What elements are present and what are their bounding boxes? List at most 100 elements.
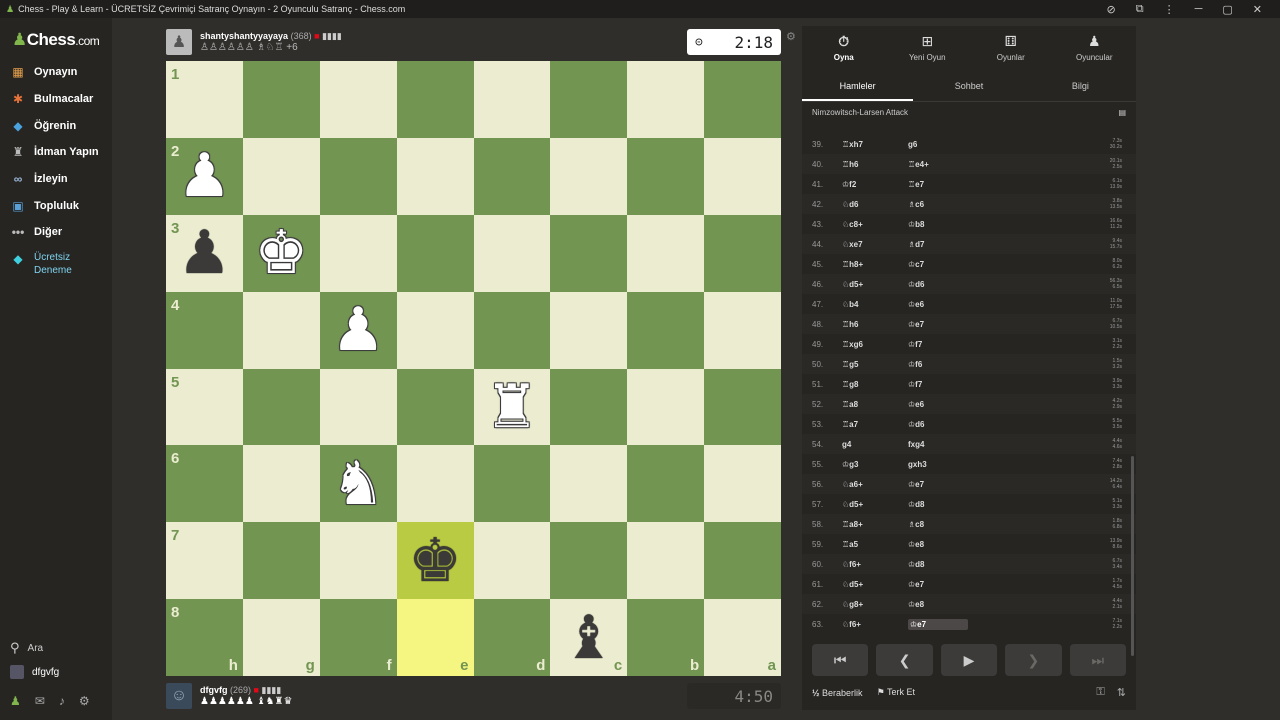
top-player-avatar[interactable]: ♟ (166, 29, 192, 55)
square-a1[interactable] (704, 61, 781, 138)
chess-piece[interactable]: ♚ (397, 522, 474, 599)
eye-off-icon[interactable]: ⊘ (1107, 3, 1116, 16)
chess-board[interactable]: 1 2 ♟ 3 ♟ ♚ 4 ♟ 5 ♜ 6 ♞ 7 ♚ 8 h g f e d c ♝ b a (166, 61, 781, 676)
white-move[interactable]: ♖xg6 (842, 340, 908, 349)
lock-icon[interactable]: ⚿ (1096, 686, 1104, 699)
subtab-moves[interactable]: Hamleler (802, 72, 914, 101)
mail-icon[interactable]: ✉ (35, 694, 45, 708)
square-f3[interactable] (319, 214, 397, 292)
black-move[interactable]: ♔e6 (908, 300, 968, 309)
maximize-button[interactable]: ▢ (1222, 3, 1232, 16)
square-a5[interactable] (704, 368, 781, 446)
close-button[interactable]: ✕ (1253, 3, 1262, 16)
prev-move-button[interactable]: ❮ (876, 644, 933, 676)
black-move[interactable]: fxg4 (908, 440, 968, 449)
black-move[interactable]: ♔b8 (908, 220, 968, 229)
square-b3[interactable] (627, 214, 705, 292)
play-button[interactable]: ▶ (940, 644, 998, 676)
last-move-button[interactable]: ⏭ (1069, 644, 1127, 676)
black-move[interactable]: g6 (908, 140, 968, 149)
square-d7[interactable] (473, 522, 551, 600)
white-move[interactable]: ♖a8 (842, 400, 908, 409)
square-b5[interactable] (627, 368, 705, 446)
square-h6[interactable]: 6 (166, 445, 243, 523)
white-move[interactable]: ♘a6+ (842, 480, 908, 489)
square-c5[interactable] (550, 368, 628, 446)
square-a7[interactable] (704, 522, 781, 600)
sidebar-item-watch[interactable]: ∞ İzleyin (10, 171, 68, 187)
black-move[interactable]: ♔e6 (908, 400, 968, 409)
white-move[interactable]: ♘d5+ (842, 280, 908, 289)
chess-piece[interactable]: ♜ (474, 369, 551, 446)
square-d4[interactable] (473, 291, 551, 369)
square-e3[interactable] (396, 214, 474, 292)
square-a6[interactable] (704, 445, 781, 523)
square-e4[interactable] (396, 291, 474, 369)
square-h1[interactable]: 1 (166, 61, 243, 138)
white-move[interactable]: ♘b4 (842, 300, 908, 309)
tab-players[interactable]: ♟ Oyuncular (1053, 26, 1137, 68)
square-f8[interactable]: f (319, 599, 397, 676)
white-move[interactable]: ♘c8+ (842, 220, 908, 229)
square-h8[interactable]: 8h (166, 599, 243, 676)
black-move[interactable]: ♖e4+ (908, 160, 968, 169)
black-move[interactable]: ♔f7 (908, 340, 968, 349)
square-b4[interactable] (627, 291, 705, 369)
white-move[interactable]: ♖g8 (842, 380, 908, 389)
chess-piece[interactable]: ♟ (320, 292, 397, 369)
square-f2[interactable] (319, 137, 397, 215)
black-move[interactable]: ♔e7 (908, 618, 968, 630)
square-e5[interactable] (396, 368, 474, 446)
black-move[interactable]: ♔e7 (908, 480, 968, 489)
square-g6[interactable] (242, 445, 320, 523)
square-b7[interactable] (627, 522, 705, 600)
square-a2[interactable] (704, 137, 781, 215)
white-move[interactable]: ♔f2 (842, 180, 908, 189)
white-move[interactable]: ♖xh7 (842, 140, 908, 149)
white-move[interactable]: ♘g8+ (842, 600, 908, 609)
black-move[interactable]: ♔d6 (908, 280, 968, 289)
black-move[interactable]: ♔f7 (908, 380, 968, 389)
tab-games[interactable]: ⚅ Oyunlar (969, 26, 1053, 68)
flip-board-icon[interactable]: ⇅ (1117, 686, 1126, 699)
white-move[interactable]: ♖a5 (842, 540, 908, 549)
square-g8[interactable]: g (242, 599, 320, 676)
subtab-info[interactable]: Bilgi (1025, 72, 1136, 101)
square-g1[interactable] (242, 61, 320, 138)
white-move[interactable]: ♖a7 (842, 420, 908, 429)
white-move[interactable]: ♖h8+ (842, 260, 908, 269)
first-move-button[interactable]: ⏮ (812, 644, 869, 676)
sidebar-search[interactable]: ⚲ Ara (10, 640, 43, 656)
white-move[interactable]: ♘d5+ (842, 580, 908, 589)
square-c7[interactable] (550, 522, 628, 600)
bottom-player-avatar[interactable]: ☺ (166, 683, 192, 709)
move-list-scrollbar[interactable] (1131, 456, 1134, 656)
sidebar-profile[interactable]: dfgvfg (10, 665, 59, 679)
black-move[interactable]: ♔d8 (908, 560, 968, 569)
square-g2[interactable] (242, 137, 320, 215)
square-h4[interactable]: 4 (166, 291, 243, 369)
square-c6[interactable] (550, 445, 628, 523)
square-d6[interactable] (473, 445, 551, 523)
chess-piece[interactable]: ♟ (166, 215, 243, 292)
black-move[interactable]: ♔e7 (908, 580, 968, 589)
draw-button[interactable]: ½ Beraberlik (812, 688, 863, 698)
square-d5[interactable]: ♜ (473, 368, 551, 446)
square-c4[interactable] (550, 291, 628, 369)
extensions-icon[interactable]: ⧉ (1136, 3, 1144, 16)
sidebar-item-puzzles[interactable]: ✱ Bulmacalar (10, 91, 93, 107)
white-move[interactable]: ♘xe7 (842, 240, 908, 249)
square-e6[interactable] (396, 445, 474, 523)
bell-icon[interactable]: ♪ (59, 694, 65, 708)
black-move[interactable]: ♔e8 (908, 540, 968, 549)
square-g7[interactable] (242, 522, 320, 600)
chess-piece[interactable]: ♚ (243, 215, 320, 292)
white-move[interactable]: ♘d5+ (842, 500, 908, 509)
chess-logo[interactable]: ♟Chess.com (12, 30, 100, 50)
black-move[interactable]: ♗c8 (908, 520, 968, 529)
square-g5[interactable] (242, 368, 320, 446)
sidebar-item-community[interactable]: ▣ Topluluk (10, 198, 79, 214)
friends-icon[interactable]: ♟ (10, 694, 21, 708)
sidebar-item-more[interactable]: ••• Diğer (10, 224, 62, 240)
black-move[interactable]: gxh3 (908, 460, 968, 469)
